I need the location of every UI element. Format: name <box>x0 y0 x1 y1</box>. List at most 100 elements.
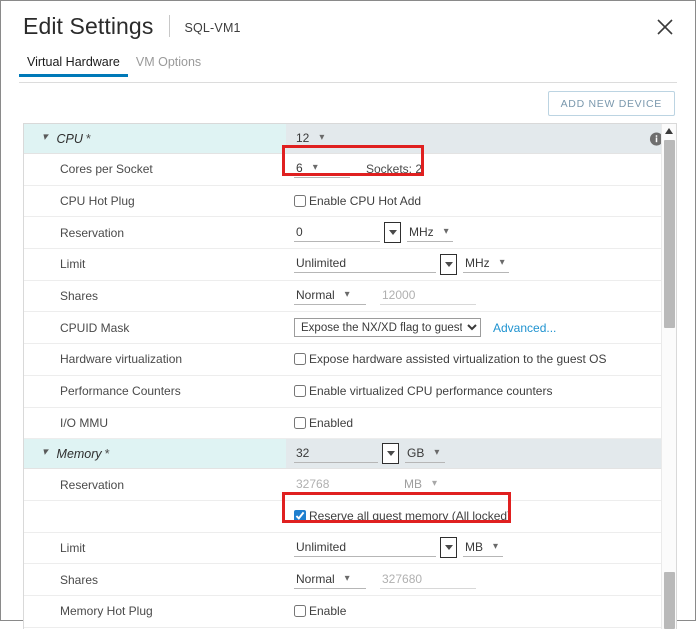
memory-limit-unit-select[interactable]: MB ▾ <box>463 539 503 557</box>
memory-reservation-unit-select[interactable]: MB ▾ <box>402 476 448 494</box>
label-performance-counters: Performance Counters <box>60 384 181 399</box>
cpu-reservation-input[interactable] <box>294 223 380 242</box>
close-icon[interactable] <box>653 15 677 39</box>
section-value-cpu: 12 ▾ <box>286 124 676 153</box>
toolbar: ADD NEW DEVICE <box>1 83 695 123</box>
value-io-mmu: Enabled <box>286 408 676 439</box>
memory-hot-plug-checkbox-wrap[interactable]: Enable <box>294 604 346 618</box>
memory-shares-level-select[interactable]: Normal ▾ <box>294 571 366 589</box>
cpu-hot-add-checkbox-wrap[interactable]: Enable CPU Hot Add <box>294 194 421 208</box>
chevron-down-icon[interactable]: ▾ <box>42 132 48 143</box>
vm-name: SQL-VM1 <box>184 21 241 35</box>
label-memory-hot-plug: Memory Hot Plug <box>60 604 153 619</box>
section-value-memory: GB ▾ <box>286 439 676 469</box>
row-cores-per-socket: Cores per Socket 6 ▾ Sockets: 2 <box>24 154 676 186</box>
cpu-count-select[interactable]: 12 ▾ <box>294 130 327 148</box>
value-cores-per-socket: 6 ▾ Sockets: 2 <box>286 154 676 185</box>
edit-settings-dialog: Edit Settings SQL-VM1 Virtual Hardware V… <box>0 0 696 629</box>
section-title-cpu: CPU <box>56 131 83 146</box>
scrollbar-thumb[interactable] <box>664 140 675 328</box>
label-cores-per-socket: Cores per Socket <box>60 162 153 177</box>
row-memory-shares: Shares Normal ▾ <box>24 564 676 596</box>
memory-shares-value-input[interactable] <box>380 570 476 589</box>
required-marker-cpu: * <box>85 131 91 146</box>
row-cpu-shares: Shares Normal ▾ <box>24 281 676 313</box>
cpu-shares-value-input[interactable] <box>380 287 476 306</box>
memory-limit-input[interactable] <box>294 538 436 557</box>
value-cpuid-mask: Expose the NX/XD flag to guest Advanced.… <box>286 312 676 343</box>
cpu-limit-input[interactable] <box>294 255 436 274</box>
chevron-down-icon: ▾ <box>312 162 318 174</box>
cpu-limit-unit-select[interactable]: MHz ▾ <box>463 255 509 274</box>
cpu-reservation-stepper[interactable] <box>384 222 401 244</box>
memory-size-stepper[interactable] <box>382 443 399 465</box>
label-memory-limit: Limit <box>60 540 86 555</box>
vertical-scrollbar[interactable] <box>661 124 676 629</box>
performance-counters-checkbox-wrap[interactable]: Enable virtualized CPU performance count… <box>294 384 552 398</box>
label-memory-shares: Shares <box>60 572 99 587</box>
memory-size-input[interactable] <box>294 444 378 463</box>
label-cpu-reservation: Reservation <box>60 225 125 240</box>
cores-per-socket-select[interactable]: 6 ▾ <box>294 160 350 179</box>
page-title: Edit Settings <box>23 12 154 39</box>
hardware-virtualization-checkbox[interactable] <box>294 353 306 366</box>
cpu-shares-level: Normal <box>296 288 335 303</box>
reserve-all-guest-memory-label: Reserve all guest memory (All locked) <box>309 509 512 524</box>
io-mmu-checkbox-wrap[interactable]: Enabled <box>294 416 353 430</box>
cpu-limit-stepper[interactable] <box>440 253 457 275</box>
chevron-down-icon: ▾ <box>432 477 438 489</box>
cpu-limit-unit: MHz <box>465 256 490 271</box>
io-mmu-checkbox[interactable] <box>294 416 306 429</box>
row-memory-reservation: Reservation MB ▾ <box>24 469 676 501</box>
row-cpu-hot-plug: CPU Hot Plug Enable CPU Hot Add <box>24 186 676 218</box>
label-cpu-limit: Limit <box>60 257 86 272</box>
chevron-down-icon: ▾ <box>443 225 449 237</box>
section-label-cpu: ▾ CPU * <box>24 124 286 153</box>
memory-unit-select[interactable]: GB ▾ <box>405 445 445 463</box>
scrollbar-thumb-lower[interactable] <box>664 572 675 629</box>
value-reserve-all-guest-memory: Reserve all guest memory (All locked) <box>286 501 676 532</box>
reserve-all-guest-memory-checkbox-wrap[interactable]: Reserve all guest memory (All locked) <box>294 509 511 523</box>
scroll-up-arrow-icon[interactable] <box>662 124 676 138</box>
cpuid-mask-select[interactable]: Expose the NX/XD flag to guest <box>294 318 481 338</box>
add-new-device-button[interactable]: ADD NEW DEVICE <box>547 90 675 116</box>
cpu-reservation-unit-select[interactable]: MHz ▾ <box>407 224 453 242</box>
triangle-down-icon <box>388 230 397 236</box>
cpu-hot-add-checkbox[interactable] <box>294 195 306 208</box>
memory-reservation-unit: MB <box>404 476 422 491</box>
memory-hot-plug-checkbox[interactable] <box>294 605 306 618</box>
triangle-down-icon <box>386 451 395 457</box>
performance-counters-checkbox[interactable] <box>294 385 306 398</box>
hardware-virtualization-checkbox-wrap[interactable]: Expose hardware assisted virtualization … <box>294 352 607 366</box>
io-mmu-label: Enabled <box>309 415 354 430</box>
tab-virtual-hardware[interactable]: Virtual Hardware <box>19 51 128 77</box>
memory-reservation-input[interactable] <box>294 475 380 494</box>
triangle-down-icon <box>444 545 453 551</box>
row-hardware-virtualization: Hardware virtualization Expose hardware … <box>24 344 676 376</box>
section-header-memory[interactable]: ▾ Memory * GB ▾ <box>24 439 676 470</box>
cpu-shares-level-select[interactable]: Normal ▾ <box>294 287 366 306</box>
label-io-mmu: I/O MMU <box>60 415 108 430</box>
section-label-memory: ▾ Memory * <box>24 439 286 469</box>
value-memory-hot-plug: Enable <box>286 596 676 627</box>
label-cpu-shares: Shares <box>60 289 99 304</box>
chevron-down-icon[interactable]: ▾ <box>42 447 48 458</box>
performance-counters-label: Enable virtualized CPU performance count… <box>309 384 553 399</box>
triangle-up-icon <box>665 128 673 134</box>
hardware-list-panel: ▾ CPU * 12 ▾ Cores per Socket 6 ▾ Socket… <box>23 123 677 629</box>
row-memory-hot-plug: Memory Hot Plug Enable <box>24 596 676 628</box>
chevron-down-icon: ▾ <box>344 289 350 301</box>
chevron-down-icon: ▾ <box>319 131 325 143</box>
cpu-reservation-unit: MHz <box>409 224 434 239</box>
tab-vm-options[interactable]: VM Options <box>128 51 209 77</box>
section-header-cpu[interactable]: ▾ CPU * 12 ▾ <box>24 124 676 154</box>
chevron-down-icon: ▾ <box>499 257 505 269</box>
reserve-all-guest-memory-checkbox[interactable] <box>294 510 306 523</box>
cpu-hot-add-label: Enable CPU Hot Add <box>309 194 422 209</box>
row-cpu-reservation: Reservation MHz ▾ <box>24 217 676 250</box>
value-memory-reservation: MB ▾ <box>286 469 676 500</box>
memory-limit-stepper[interactable] <box>440 537 457 559</box>
cpuid-advanced-link[interactable]: Advanced... <box>493 321 556 335</box>
label-hardware-virtualization: Hardware virtualization <box>60 352 183 367</box>
hardware-virtualization-label: Expose hardware assisted virtualization … <box>309 352 607 367</box>
